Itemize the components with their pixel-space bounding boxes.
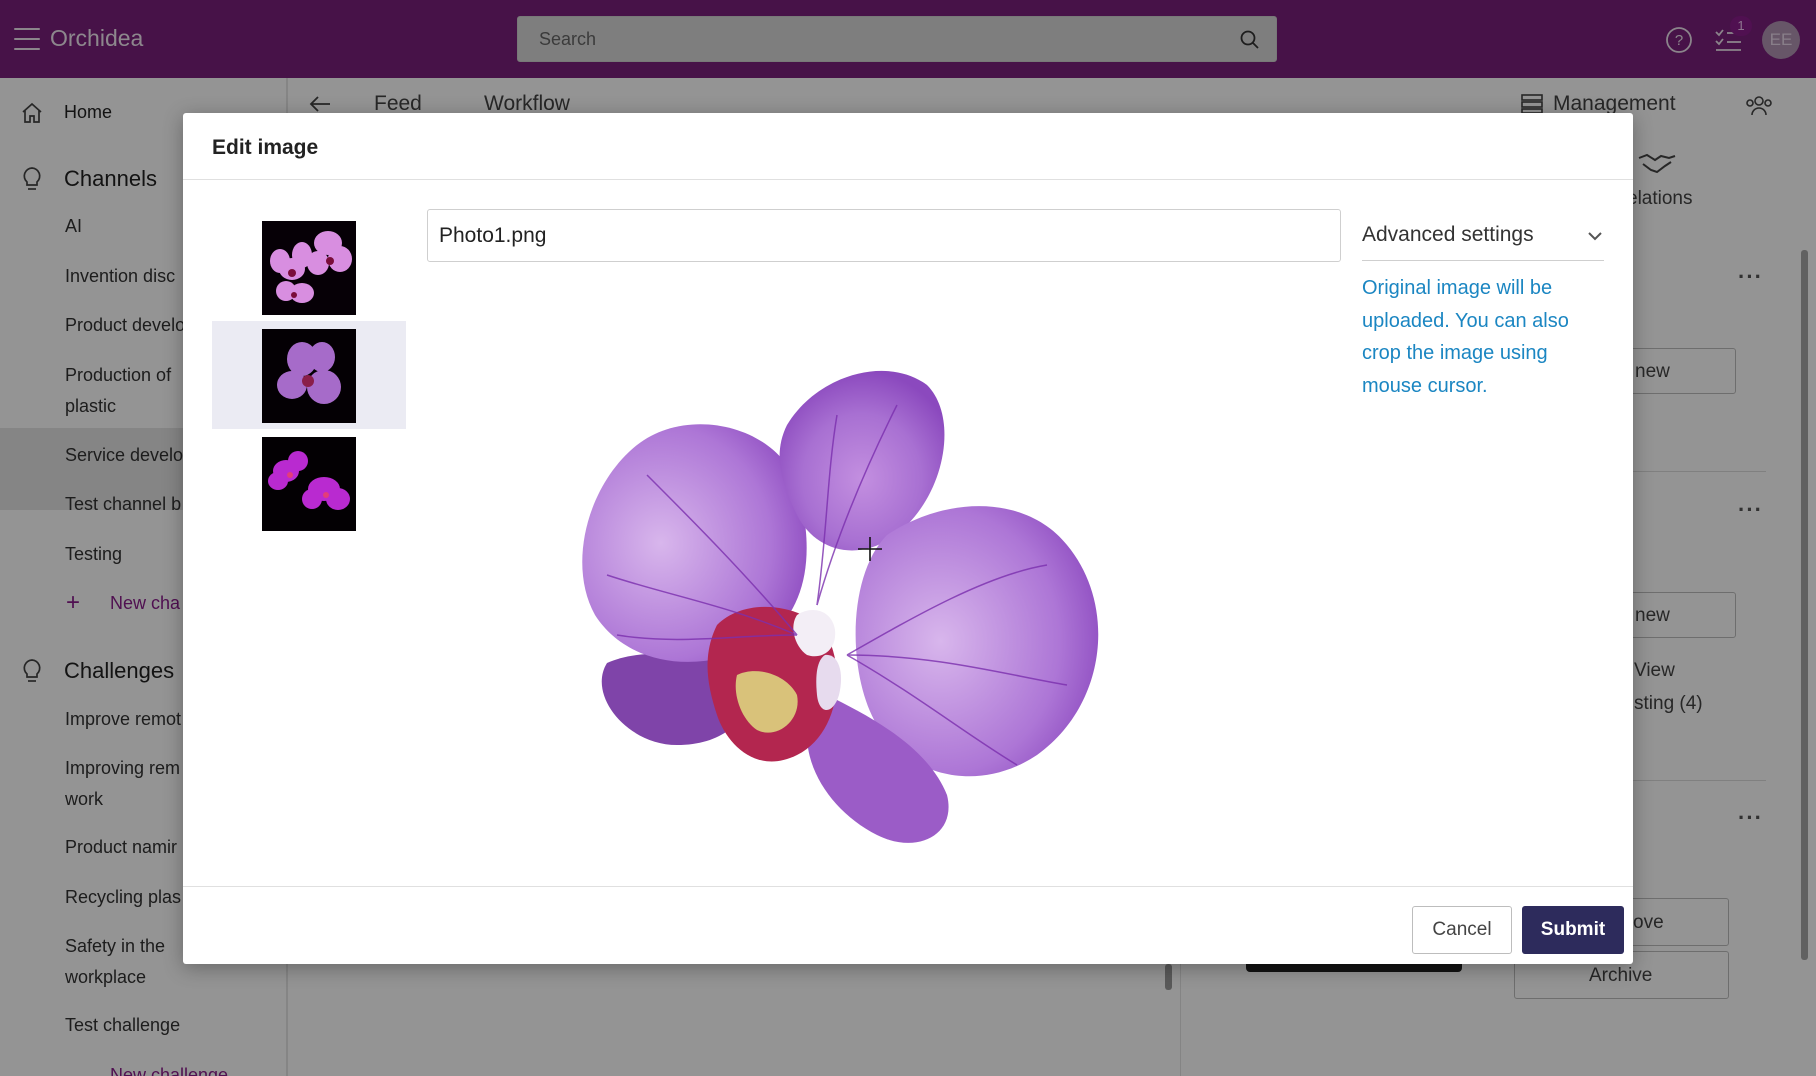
advanced-settings-label: Advanced settings [1362, 223, 1534, 246]
thumbnail[interactable] [212, 429, 406, 537]
crop-info-text: Original image will be uploaded. You can… [1362, 277, 1569, 397]
orchid-image [582, 370, 1099, 843]
filename-input[interactable] [427, 209, 1341, 262]
thumbnail[interactable] [212, 213, 406, 321]
cancel-button[interactable]: Cancel [1412, 906, 1512, 954]
advanced-settings-toggle[interactable]: Advanced settings [1362, 211, 1604, 261]
orchid-thumbnail-image [262, 221, 356, 315]
submit-button[interactable]: Submit [1522, 906, 1624, 954]
divider [183, 886, 1633, 887]
dialog-title: Edit image [212, 136, 319, 159]
orchid-thumbnail-image [262, 437, 356, 531]
divider [183, 179, 1633, 180]
chevron-down-icon [1588, 232, 1602, 241]
thumbnail-selected[interactable] [212, 321, 406, 429]
crosshair-cursor-icon [858, 537, 882, 561]
orchid-thumbnail-image [262, 329, 356, 423]
edit-image-dialog: Edit image Photo1.png Advanced settings … [183, 113, 1633, 964]
image-crop-canvas[interactable] [427, 275, 1341, 883]
